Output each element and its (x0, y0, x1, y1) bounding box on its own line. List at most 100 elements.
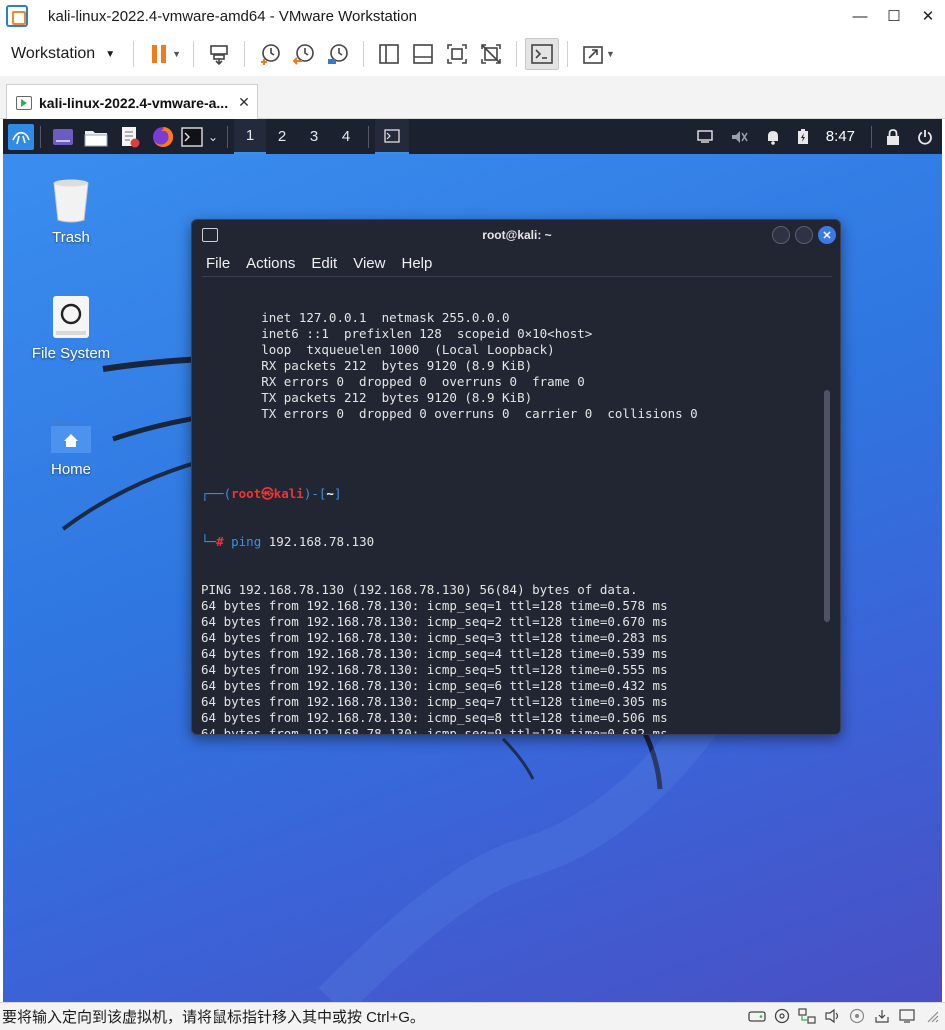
terminal-output[interactable]: inet 127.0.0.1 netmask 255.0.0.0 inet6 :… (201, 278, 821, 734)
panel-clock[interactable]: 8:47 (826, 128, 855, 145)
panel-divider (368, 125, 369, 148)
terminal-line: loop txqueuelen 1000 (Local Loopback) (201, 342, 555, 357)
window-title: kali-linux-2022.4-vmware-amd64 - VMware … (48, 7, 418, 25)
desktop-icon-file-system[interactable]: File System (21, 295, 121, 362)
menu-edit[interactable]: Edit (311, 255, 337, 272)
vmware-status-bar: 要将输入定向到该虚拟机，请将鼠标指针移入其中或按 Ctrl+G。 (0, 1002, 945, 1030)
workspace-2[interactable]: 2 (266, 119, 298, 154)
status-bar-resize-grip[interactable] (923, 1007, 941, 1025)
network-adapter-device[interactable] (798, 1007, 816, 1025)
workspace-1[interactable]: 1 (234, 119, 266, 154)
hard-disk-device[interactable] (748, 1007, 766, 1025)
terminal-line: 64 bytes from 192.168.78.130: icmp_seq=5… (201, 662, 668, 677)
prompt-corner-top: ┌──( (201, 486, 232, 501)
prompt-host: kali (273, 486, 304, 501)
vmware-title-bar: kali-linux-2022.4-vmware-amd64 - VMware … (0, 0, 945, 32)
cd-icon (774, 1008, 790, 1024)
terminal-line: 64 bytes from 192.168.78.130: icmp_seq=6… (201, 678, 668, 693)
terminal-line: inet6 ::1 prefixlen 128 scopeid 0×10<hos… (201, 326, 593, 341)
printer-device[interactable] (873, 1007, 891, 1025)
vm-tab[interactable]: kali-linux-2022.4-vmware-a... ✕ (6, 84, 258, 120)
close-window-button[interactable]: ✕ (911, 0, 945, 32)
terminal-line: 64 bytes from 192.168.78.130: icmp_seq=1… (201, 598, 668, 613)
snapshot-manager-icon (328, 44, 348, 64)
menu-actions[interactable]: Actions (246, 255, 295, 272)
launcher-chevron-down-icon[interactable]: ⌄ (205, 119, 221, 154)
terminal-line: RX packets 212 bytes 9120 (8.9 KiB) (201, 358, 533, 373)
menu-help[interactable]: Help (401, 255, 432, 272)
logout-button[interactable] (908, 119, 942, 154)
menu-view[interactable]: View (353, 255, 385, 272)
toolbar-divider (244, 41, 246, 67)
home-folder-icon (51, 419, 91, 453)
lock-screen-button[interactable] (878, 119, 908, 154)
power-indicator[interactable] (790, 119, 816, 154)
fit-guest-icon (447, 44, 467, 64)
kali-menu-button[interactable] (8, 123, 34, 150)
firefox-launcher[interactable] (147, 119, 179, 154)
send-ctrl-alt-del-button[interactable] (202, 38, 236, 70)
console-view-button[interactable] (525, 38, 560, 70)
network-indicator[interactable] (688, 119, 722, 154)
revert-snapshot-button[interactable] (287, 38, 321, 70)
fit-guest-button[interactable] (440, 38, 474, 70)
snapshot-manager-button[interactable] (321, 38, 355, 70)
unity-disabled-icon (481, 44, 501, 64)
lock-icon (887, 128, 899, 145)
show-library-button[interactable] (372, 38, 406, 70)
show-desktop-button[interactable] (47, 119, 79, 154)
workspace-3[interactable]: 3 (298, 119, 330, 154)
terminal-launcher[interactable] (179, 119, 205, 154)
bell-icon (767, 130, 778, 145)
desktop-icon-trash[interactable]: Trash (21, 177, 121, 246)
workspace-4[interactable]: 4 (330, 119, 362, 154)
terminal-scrollbar[interactable] (824, 390, 830, 622)
terminal-close-button[interactable]: ✕ (818, 226, 836, 244)
pause-icon (152, 45, 167, 63)
panel-divider (227, 125, 228, 148)
pause-button[interactable] (142, 38, 176, 70)
terminal-window[interactable]: root@kali: ~ ✕ File Actions Edit View He… (191, 219, 841, 735)
thumbnail-bar-button[interactable] (406, 38, 440, 70)
power-icon (918, 129, 932, 145)
take-snapshot-button[interactable] (253, 38, 287, 70)
chevron-down-icon: ▼ (105, 48, 116, 60)
toolbar-divider (193, 41, 195, 67)
terminal-minimize-button[interactable] (772, 226, 790, 244)
file-manager-launcher[interactable] (79, 119, 113, 154)
desktop-icon-home[interactable]: Home (21, 415, 121, 478)
menu-file[interactable]: File (206, 255, 230, 272)
minimize-button[interactable]: — (843, 0, 877, 32)
maximize-button[interactable]: ☐ (877, 0, 911, 32)
battery-charging-icon (797, 128, 808, 144)
text-editor-launcher[interactable] (113, 119, 147, 154)
guest-screen[interactable]: ⌄ 1 2 3 4 8:47 Trash File System Home ro… (3, 119, 942, 1002)
firefox-icon (153, 126, 174, 147)
terminal-line: 64 bytes from 192.168.78.130: icmp_seq=7… (201, 694, 668, 709)
usb-device[interactable] (848, 1007, 866, 1025)
notifications-indicator[interactable] (756, 119, 790, 154)
unity-button[interactable] (474, 38, 508, 70)
volume-indicator[interactable] (722, 119, 756, 154)
sound-card-device[interactable] (823, 1007, 841, 1025)
keyboard-send-icon (210, 45, 228, 65)
workstation-menu[interactable]: Workstation ▼ (11, 39, 115, 69)
full-screen-button[interactable] (576, 38, 610, 70)
terminal-window-icon (202, 228, 218, 242)
taskbar-terminal-window[interactable] (375, 119, 409, 154)
terminal-title: root@kali: ~ (482, 228, 552, 242)
snapshot-clock-icon (261, 44, 280, 65)
toolbar-divider (133, 41, 135, 67)
terminal-line: 64 bytes from 192.168.78.130: icmp_seq=8… (201, 710, 668, 725)
cd-dvd-device[interactable] (773, 1007, 791, 1025)
close-tab-icon[interactable]: ✕ (238, 94, 250, 111)
display-device[interactable] (898, 1007, 916, 1025)
terminal-maximize-button[interactable] (795, 226, 813, 244)
desktop-icon (53, 128, 73, 145)
vmware-app-icon (6, 5, 28, 27)
terminal-title-bar[interactable]: root@kali: ~ ✕ (192, 220, 840, 250)
terminal-window-icon (384, 128, 400, 143)
speaker-icon (825, 1008, 839, 1024)
resize-grip-icon (927, 1011, 939, 1023)
